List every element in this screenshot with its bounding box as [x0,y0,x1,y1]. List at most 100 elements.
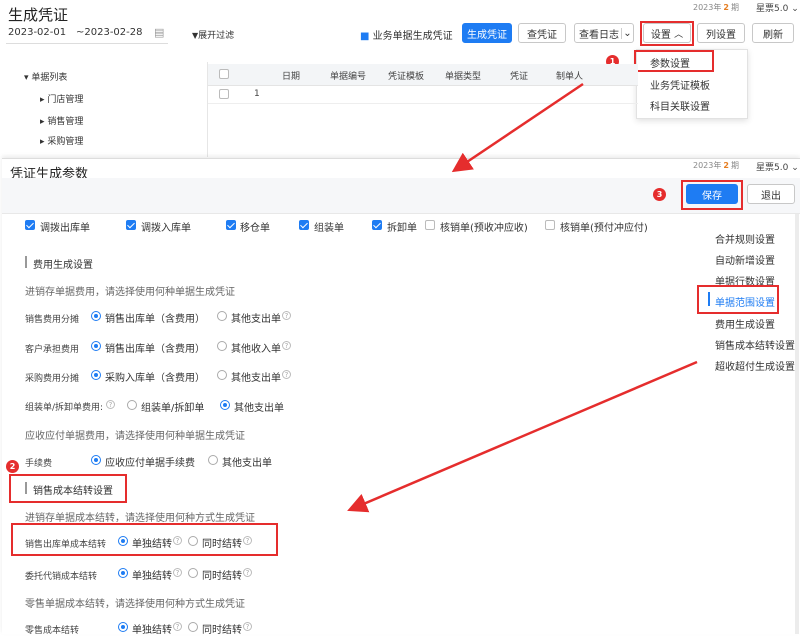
help-icon[interactable]: ? [243,568,252,577]
radio-opt2[interactable] [217,311,227,321]
date-end[interactable]: ~2023-02-28 [76,27,143,38]
highlight-range [697,285,779,314]
check-move[interactable] [226,220,236,230]
check-label: 核销单(预付冲应付) [560,223,648,234]
fee-section-title: 费用生成设置 [33,260,93,271]
help-icon[interactable]: ? [173,622,182,631]
check-writeoff-receivable[interactable] [425,220,435,230]
cost-row-label: 零售成本结转 [25,626,80,636]
col-voucher: 凭证 [510,72,529,82]
query-voucher-button[interactable]: 查凭证 [518,23,566,43]
help-icon[interactable]: ? [106,400,115,409]
check-disassembly[interactable] [372,220,382,230]
radio-single[interactable] [118,568,128,578]
highlight-cost-section [9,474,127,503]
radio-opt2[interactable] [217,370,227,380]
radio-opt1[interactable] [91,341,101,351]
col-maker: 制单人 [556,72,584,82]
cost-hint: 进销存单据成本结转，请选择使用何种方式生成凭证 [25,513,255,524]
dropdown-item-template[interactable]: 业务凭证模板 [650,77,710,92]
side-nav-cost[interactable]: 销售成本结转设置 [715,337,795,352]
fee-row-label: 客户承担费用 [25,345,80,355]
view-log-button[interactable]: 查看日志 ⌄ [574,23,634,43]
side-nav-auto-add[interactable]: 自动新增设置 [715,252,775,267]
highlight-save [681,180,743,210]
section-bar [25,256,27,268]
help-icon[interactable]: ? [282,311,291,320]
radio-label: 其他收入单 [231,344,281,355]
date-start[interactable]: 2023-02-01 [8,27,66,38]
check-label: 组装单 [314,223,344,234]
help-icon[interactable]: ? [243,622,252,631]
check-assembly[interactable] [299,220,309,230]
exit-button[interactable]: 退出 [747,184,795,204]
radio-opt1[interactable] [91,455,101,465]
col-doctype: 单据类型 [445,72,482,82]
side-nav-fee[interactable]: 费用生成设置 [715,316,775,331]
radio-single[interactable] [118,622,128,632]
radio-simultaneous[interactable] [188,622,198,632]
help-icon[interactable]: ? [282,341,291,350]
badge-2: 2 [6,460,19,473]
scrollbar[interactable] [795,214,799,634]
radio-label: 销售出库单（含费用） [105,314,205,325]
table-row [208,86,638,104]
help-icon[interactable]: ? [173,568,182,577]
radio-label: 其他支出单 [222,458,272,469]
help-icon[interactable]: ? [282,370,291,379]
col-date: 日期 [282,72,301,82]
page-title: 生成凭证 [8,6,69,24]
side-nav-merge[interactable]: 合并规则设置 [715,231,775,246]
check-writeoff-payable[interactable] [545,220,555,230]
tree-root[interactable]: ▾ 单据列表 [24,70,67,83]
highlight-settings [640,21,694,46]
col-template: 凭证模板 [388,72,425,82]
date-underline [6,43,168,44]
radio-single[interactable] [118,536,128,546]
calendar-icon[interactable]: ▤ [154,26,164,39]
tree-item-store[interactable]: ▸ 门店管理 [40,92,83,105]
row-checkbox[interactable] [219,89,229,99]
biz-gen-link[interactable]: ■ 业务单据生成凭证 [360,27,453,42]
radio-label: 应收应付单据手续费 [105,458,195,469]
side-nav-over[interactable]: 超收超付生成设置 [715,358,795,373]
tree-item-sales[interactable]: ▸ 销售管理 [40,114,83,127]
panel-period: 2023年 2 期 [693,161,739,170]
top-edition[interactable]: 星票5.0 ⌄ [756,1,799,14]
check-label: 拆卸单 [387,223,417,234]
panel-edition[interactable]: 星票5.0 ⌄ [756,160,799,173]
radio-label: 其他支出单 [234,403,284,414]
fee-hint2: 应收应付单据费用，请选择使用何种单据生成凭证 [25,431,245,442]
radio-opt2[interactable] [220,400,230,410]
radio-label: 单独结转 [132,539,172,550]
check-transfer-out[interactable] [25,220,35,230]
check-transfer-in[interactable] [126,220,136,230]
help-icon[interactable]: ? [243,536,252,545]
retail-hint: 零售单据成本结转，请选择使用何种方式生成凭证 [25,599,245,610]
tree-item-purchase[interactable]: ▸ 采购管理 [40,134,83,147]
radio-label: 其他支出单 [231,314,281,325]
radio-opt1[interactable] [91,311,101,321]
expand-filter[interactable]: ▼展开过滤 [192,28,234,41]
cost-row-label: 销售出库单成本结转 [25,540,107,550]
cost-row-label: 委托代销成本结转 [25,572,98,582]
select-all-checkbox[interactable] [219,69,229,79]
fee-row-label: 手续费 [25,459,53,469]
radio-opt2[interactable] [208,455,218,465]
column-settings-button[interactable]: 列设置 [697,23,745,43]
gen-voucher-button[interactable]: 生成凭证 [462,23,512,43]
fee-row-label: 采购费用分摊 [25,374,80,384]
refresh-button[interactable]: 刷新 [752,23,794,43]
radio-opt1[interactable] [91,370,101,380]
radio-opt2[interactable] [217,341,227,351]
radio-label: 销售出库单（含费用） [105,344,205,355]
fee-row-label: 销售费用分摊 [25,315,80,325]
fee-hint: 进销存单据费用，请选择使用何种单据生成凭证 [25,287,235,298]
badge-3: 3 [653,188,666,201]
radio-simultaneous[interactable] [188,536,198,546]
radio-opt1[interactable] [127,400,137,410]
check-label: 核销单(预收冲应收) [440,223,528,234]
help-icon[interactable]: ? [173,536,182,545]
dropdown-item-subject[interactable]: 科目关联设置 [650,98,710,113]
radio-simultaneous[interactable] [188,568,198,578]
